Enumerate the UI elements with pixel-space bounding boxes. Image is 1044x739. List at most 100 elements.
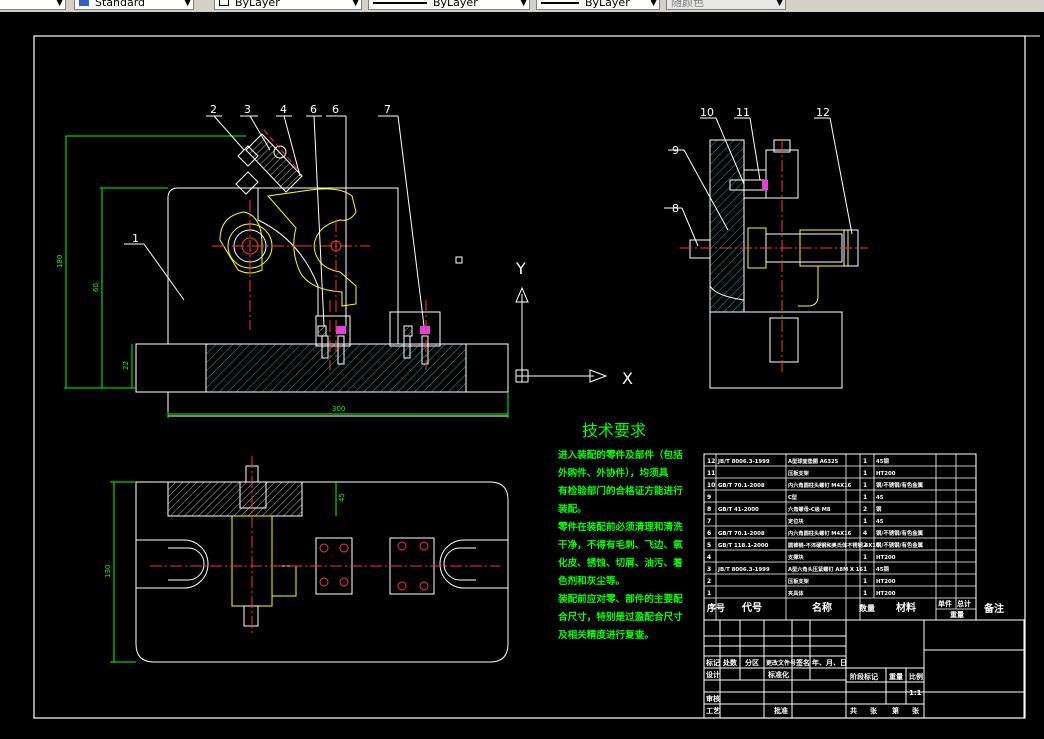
plot-style-value: 随颜色 bbox=[671, 0, 704, 9]
bom-cell-no: 12 bbox=[707, 458, 715, 465]
tb-zone: 分区 bbox=[745, 658, 759, 667]
tech-req-line: 外购件、外协件），均须具 bbox=[557, 467, 669, 479]
dim-height-inner: 60 bbox=[92, 283, 100, 292]
drawing-frame bbox=[33, 35, 1026, 719]
tech-req-line: 干净，不得有毛刺、飞边、氧 bbox=[558, 539, 683, 551]
chevron-down-icon: ▼ bbox=[352, 0, 359, 8]
chevron-down-icon: ▼ bbox=[184, 0, 191, 8]
tech-req-line: 合尺寸，特别是过盈配合尺寸 bbox=[558, 611, 683, 623]
bom-header-qty: 数量 bbox=[859, 603, 875, 613]
tb-change-doc: 更改文件号 bbox=[766, 659, 796, 667]
bom-cell-qty: 1 bbox=[863, 566, 867, 573]
bom-cell-material: HT200 bbox=[876, 579, 896, 585]
bom-cell-name: C型 bbox=[788, 493, 798, 501]
bom-cell-material: 钢 bbox=[876, 505, 882, 513]
cad-drawing-canvas[interactable]: 180 60 22 300 Y X 130 45 1 2 3 4 6 6 7 8… bbox=[0, 12, 1044, 739]
lineweight-value: ByLayer bbox=[585, 0, 630, 9]
dim-width-total: 300 bbox=[332, 405, 345, 413]
tb-date: 年、月、日 bbox=[812, 658, 847, 667]
bom-cell-qty: 1 bbox=[863, 482, 867, 489]
toolbar-dropdown-left[interactable]: ▼ bbox=[0, 0, 66, 10]
tech-req-line: 有检验部门的合格证方能进行 bbox=[558, 485, 683, 497]
bom-cell-code: GB/T 70.1-2008 bbox=[718, 531, 765, 537]
text-style-dropdown[interactable]: Standard ▼ bbox=[74, 0, 194, 10]
bom-cell-material: 45 bbox=[876, 519, 884, 525]
tech-req-line: 及相关精度进行复查。 bbox=[558, 629, 654, 641]
chevron-down-icon: ▼ bbox=[650, 0, 657, 8]
bom-cell-code: JB/T 8006.3-1999 bbox=[717, 567, 770, 573]
text-style-icon bbox=[79, 0, 89, 6]
dim-height-base: 22 bbox=[122, 361, 130, 370]
plot-style-dropdown[interactable]: 随颜色 ▼ bbox=[666, 0, 786, 10]
bom-header-w3: 重量 bbox=[950, 610, 964, 619]
front-view bbox=[135, 129, 509, 417]
layer-color-dropdown[interactable]: ByLayer ▼ bbox=[214, 0, 362, 10]
bom-cell-material: 45 bbox=[876, 495, 884, 501]
bom-cell-code: GB/T 70.1-2008 bbox=[718, 483, 765, 489]
ucs-x-label: X bbox=[622, 369, 633, 388]
bom-cell-name: 六角螺母-C级 M8 bbox=[788, 505, 831, 513]
pickbox-icon bbox=[455, 256, 463, 264]
bom-cell-material: HT200 bbox=[876, 555, 896, 561]
bom-cell-qty: 1 bbox=[863, 470, 867, 477]
balloon-6b: 6 bbox=[332, 103, 339, 116]
balloon-9: 9 bbox=[672, 144, 679, 157]
bom-cell-name: 内六角圆柱头螺钉 M4X16 bbox=[788, 529, 852, 537]
bom-cell-qty: 4 bbox=[863, 530, 867, 537]
tb-sheet: 张 bbox=[870, 706, 878, 715]
bom-cell-qty: 1 bbox=[863, 518, 867, 525]
balloon-8: 8 bbox=[672, 202, 679, 215]
bom-header-no: 序号 bbox=[707, 602, 725, 614]
tech-req-title: 技术要求 bbox=[582, 421, 646, 440]
color-swatch-icon bbox=[219, 0, 229, 6]
top-view: 130 45 bbox=[104, 456, 509, 663]
bom-cell-no: 3 bbox=[707, 566, 711, 573]
bom-header-code: 代号 bbox=[741, 601, 762, 614]
tb-total: 共 bbox=[850, 706, 857, 715]
bom-cell-no: 10 bbox=[707, 482, 715, 489]
bom-cell-qty: 1 bbox=[863, 578, 867, 585]
bom-cell-name: A型六角头压紧螺钉 A8M X 16 bbox=[788, 565, 863, 573]
tb-no: 第 bbox=[892, 706, 899, 715]
bom-cell-qty: 1 bbox=[863, 494, 867, 501]
bom-header-w2: 总计 bbox=[957, 599, 971, 608]
layer-color-value: ByLayer bbox=[235, 0, 280, 9]
side-view bbox=[680, 139, 868, 389]
bom-cell-code: GB/T 41-2000 bbox=[718, 507, 759, 513]
bom-header-mat: 材料 bbox=[896, 601, 916, 614]
bom-cell-no: 4 bbox=[707, 554, 711, 561]
bom-cell-no: 11 bbox=[707, 470, 715, 477]
lineweight-preview-icon bbox=[541, 2, 579, 4]
dim-bottom-height: 130 bbox=[104, 565, 112, 578]
bom-cell-name: 内六角圆柱头螺钉 M4X16 bbox=[788, 481, 852, 489]
bom-header-note: 备注 bbox=[983, 602, 1004, 615]
bom-cell-material: HT200 bbox=[876, 591, 896, 597]
balloon-3: 3 bbox=[244, 103, 251, 116]
tb-weight: 重量 bbox=[889, 672, 903, 681]
dim-bottom-depth: 45 bbox=[338, 493, 346, 502]
bom-grid bbox=[703, 454, 977, 620]
ucs-icon: Y X bbox=[515, 259, 633, 388]
bom-cell-qty: 2 bbox=[863, 506, 867, 513]
bom-cell-name: 压板支架 bbox=[788, 469, 810, 477]
bom-cell-name: 支撑块 bbox=[787, 553, 804, 561]
linetype-value: ByLayer bbox=[433, 0, 478, 9]
bom-cell-name: A型球面垫圈 A6325 bbox=[788, 457, 839, 465]
lineweight-dropdown[interactable]: ByLayer ▼ bbox=[536, 0, 660, 10]
bom-table: 12 JB/T 8006.3-1999 A型球面垫圈 A6325 1 45钢11 压板支架… bbox=[703, 453, 1004, 621]
bom-cell-qty: 2 bbox=[863, 542, 867, 549]
bom-cell-name: 定位块 bbox=[787, 517, 804, 525]
ucs-y-label: Y bbox=[515, 259, 526, 278]
tb-design: 设计 bbox=[706, 670, 720, 679]
bom-cell-no: 6 bbox=[707, 530, 711, 537]
tb-check: 审核 bbox=[706, 694, 720, 703]
balloon-4: 4 bbox=[280, 103, 287, 116]
tb-sign: 签名 bbox=[795, 658, 810, 667]
bom-cell-material: HT200 bbox=[876, 471, 896, 477]
bom-cell-material: 钢/不锈钢/有色金属 bbox=[876, 481, 923, 489]
linetype-preview-icon bbox=[373, 2, 427, 4]
linetype-dropdown[interactable]: ByLayer ▼ bbox=[368, 0, 530, 10]
balloon-7: 7 bbox=[384, 103, 391, 116]
tech-req-line: 进入装配的零件及部件（包括 bbox=[558, 449, 683, 461]
bom-cell-qty: 1 bbox=[863, 458, 867, 465]
